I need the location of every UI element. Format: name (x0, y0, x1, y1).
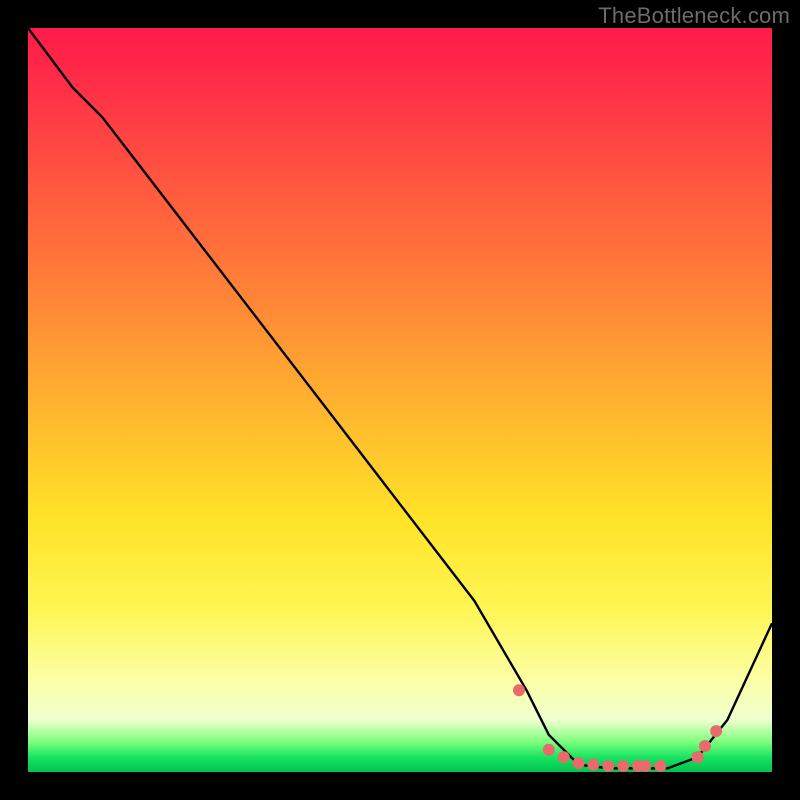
chart-frame: TheBottleneck.com (0, 0, 800, 800)
marker-dot (617, 760, 629, 772)
marker-dot (640, 760, 652, 772)
marker-dot (513, 684, 525, 696)
plot-area (28, 28, 772, 772)
bottleneck-curve (28, 28, 772, 768)
attribution-text: TheBottleneck.com (598, 3, 790, 29)
chart-svg (28, 28, 772, 772)
marker-dot (543, 744, 555, 756)
marker-dot (573, 757, 585, 769)
marker-dot (710, 725, 722, 737)
marker-dot (558, 751, 570, 763)
marker-dot (692, 751, 704, 763)
marker-dot (654, 760, 666, 772)
marker-dot (699, 740, 711, 752)
marker-dot (602, 760, 614, 772)
marker-dot (587, 759, 599, 771)
